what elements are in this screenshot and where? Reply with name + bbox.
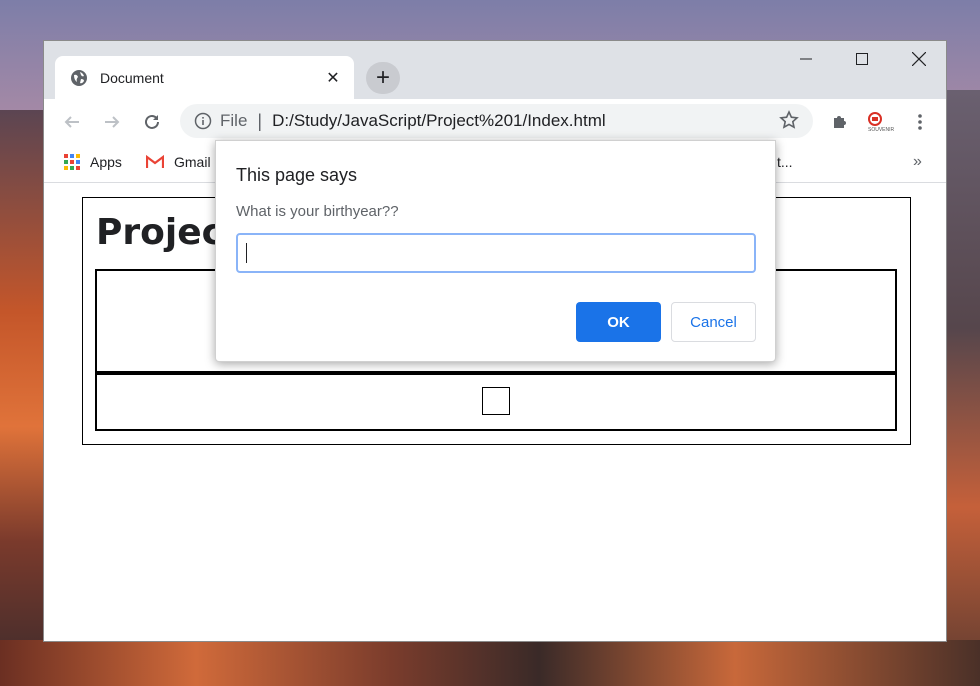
browser-tab[interactable]: Document ✕	[55, 56, 354, 99]
new-tab-button[interactable]: +	[366, 62, 400, 94]
bookmark-apps[interactable]: Apps	[64, 154, 122, 170]
dialog-message: What is your birthyear??	[236, 203, 399, 220]
reload-icon	[145, 114, 159, 129]
globe-icon	[70, 69, 88, 87]
bookmark-label: Gmail	[174, 154, 211, 170]
url-separator: |	[257, 110, 263, 131]
bookmark-star-icon[interactable]	[779, 110, 801, 132]
bookmark-gmail[interactable]: Gmail	[146, 154, 211, 170]
extensions-puzzle-icon[interactable]	[828, 110, 852, 134]
toolbar: File | D:/Study/JavaScript/Project%201/I…	[44, 99, 946, 145]
address-bar[interactable]: File | D:/Study/JavaScript/Project%201/I…	[180, 104, 813, 138]
empty-box	[482, 387, 510, 415]
maximize-button[interactable]	[842, 47, 882, 71]
souvenir-extension-icon[interactable]: SOUVENIR	[866, 110, 896, 134]
title-bar: Document ✕ +	[44, 41, 946, 99]
dialog-title: This page says	[236, 165, 358, 185]
forward-button[interactable]	[100, 110, 124, 134]
minimize-button[interactable]	[786, 47, 826, 71]
text-caret	[246, 243, 247, 263]
svg-text:SOUVENIR: SOUVENIR	[868, 127, 895, 133]
info-icon[interactable]	[194, 112, 212, 130]
bookmark-label: Apps	[90, 154, 122, 170]
cancel-button[interactable]: Cancel	[671, 302, 756, 342]
menu-kebab-icon[interactable]	[908, 110, 932, 134]
prompt-dialog: This page says What is your birthyear?? …	[215, 140, 776, 362]
url-text[interactable]: D:/Study/JavaScript/Project%201/Index.ht…	[272, 111, 779, 131]
tab-close-icon[interactable]: ✕	[324, 68, 342, 87]
content-row-bottom	[95, 373, 897, 431]
birthyear-input[interactable]	[236, 233, 756, 273]
url-scheme: File	[220, 111, 248, 130]
bookmark-partial[interactable]: t...	[777, 154, 793, 170]
reload-button[interactable]	[140, 110, 164, 134]
back-arrow-icon	[64, 116, 79, 128]
tab-title: Document	[100, 69, 164, 86]
close-window-button[interactable]	[899, 47, 939, 71]
desktop-wallpaper-bottom	[0, 640, 980, 686]
forward-arrow-icon	[105, 116, 120, 128]
apps-grid-icon	[64, 154, 80, 170]
bookmarks-overflow-icon[interactable]: »	[913, 153, 922, 171]
gmail-icon	[146, 155, 164, 169]
ok-button[interactable]: OK	[576, 302, 661, 342]
back-button[interactable]	[60, 110, 84, 134]
